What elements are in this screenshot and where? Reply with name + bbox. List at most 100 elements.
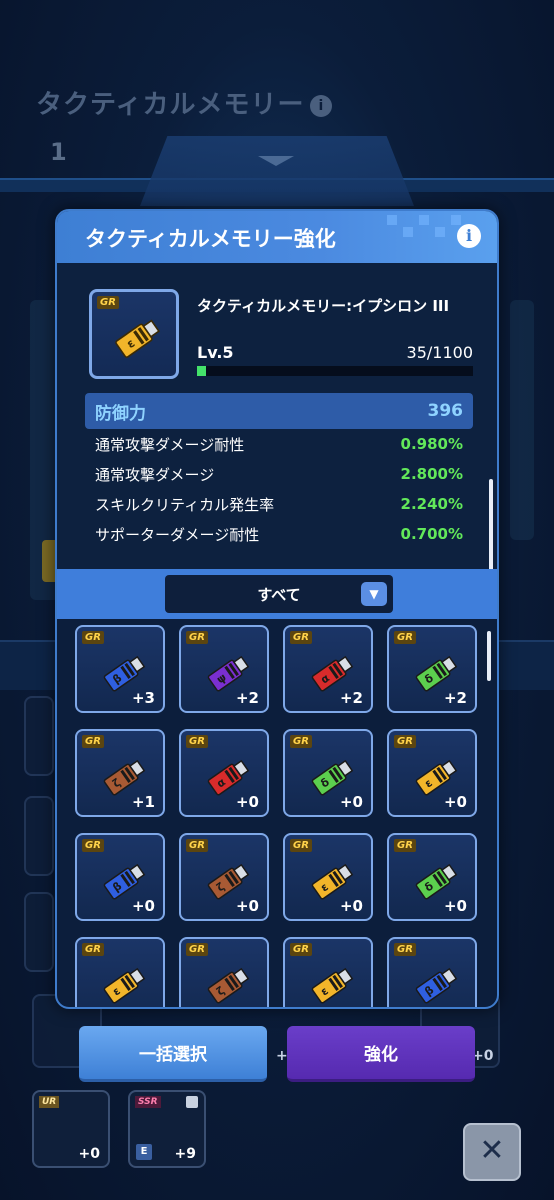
- material-card[interactable]: GR β +0: [75, 833, 165, 921]
- background-card: [24, 796, 54, 876]
- enhance-modal: タクティカルメモリー強化 i GR ε タクティカルメモリー:イプシロン III…: [55, 209, 499, 1009]
- item-level: Lv.5: [197, 343, 234, 362]
- bottom-memory-card[interactable]: UR +0: [32, 1090, 110, 1168]
- rarity-badge: GR: [82, 839, 104, 852]
- enhance-level: +0: [443, 897, 467, 915]
- background-plus: +0: [472, 1048, 494, 1064]
- sub-stat-value: 2.800%: [400, 465, 463, 483]
- usb-memory-icon: ε: [115, 319, 160, 358]
- header-decoration: [387, 215, 397, 225]
- main-stat-row: 防御力 396: [85, 393, 473, 429]
- lock-icon: [186, 1096, 198, 1108]
- enhance-level: +0: [235, 897, 259, 915]
- background-card: [24, 892, 54, 972]
- rarity-badge: GR: [97, 296, 119, 309]
- rarity-badge: GR: [186, 631, 208, 644]
- rarity-badge: GR: [290, 839, 312, 852]
- material-card[interactable]: GR δ +2: [387, 625, 477, 713]
- enhance-level: +1: [131, 793, 155, 811]
- sub-stat-label: 通常攻撃ダメージ耐性: [95, 435, 245, 454]
- material-card[interactable]: GR ε +0: [283, 833, 373, 921]
- close-button[interactable]: ✕: [463, 1123, 521, 1181]
- enhance-level: +0: [131, 897, 155, 915]
- enhance-level: +0: [339, 897, 363, 915]
- item-name: タクティカルメモリー:イプシロン III: [197, 297, 450, 315]
- filter-selected-value: すべて: [257, 585, 301, 604]
- info-icon: i: [310, 94, 333, 117]
- sub-stat-label: スキルクリティカル発生率: [95, 495, 275, 514]
- usb-memory-icon: ζ: [207, 967, 250, 1004]
- rarity-badge: GR: [186, 839, 208, 852]
- enhance-button[interactable]: 強化: [287, 1026, 475, 1082]
- stats-scrollbar[interactable]: [489, 479, 493, 573]
- filter-bar: すべて ▼: [57, 569, 497, 619]
- header-decoration: [451, 215, 461, 225]
- sub-stat-label: 通常攻撃ダメージ: [95, 465, 215, 484]
- rarity-badge: GR: [186, 735, 208, 748]
- rarity-badge: GR: [186, 943, 208, 956]
- enhance-level: +2: [339, 689, 363, 707]
- screen-title: タクティカルメモリー i: [36, 84, 333, 121]
- chevron-down-icon: [258, 156, 294, 166]
- sub-stat-row: スキルクリティカル発生率 2.240%: [85, 489, 473, 519]
- modal-title: タクティカルメモリー強化: [85, 227, 336, 251]
- rarity-badge: GR: [82, 631, 104, 644]
- stats-list: 防御力 396 通常攻撃ダメージ耐性 0.980% 通常攻撃ダメージ 2.800…: [85, 393, 473, 563]
- enhance-level: +0: [339, 793, 363, 811]
- material-card[interactable]: GR δ +0: [283, 729, 373, 817]
- bottom-memory-card[interactable]: SSR E +9: [128, 1090, 206, 1168]
- usb-memory-icon: ε: [103, 967, 146, 1004]
- material-card[interactable]: GR ζ +1: [75, 729, 165, 817]
- background-panel: [510, 300, 534, 540]
- material-card[interactable]: GR δ +0: [387, 833, 477, 921]
- chevron-down-icon[interactable]: ▼: [361, 582, 387, 606]
- material-grid: GR β +3 GR ψ +2 GR α +2 GR δ +2 GR ζ +1 GR α +0 GR δ +0 GR ε +0…: [75, 625, 485, 1007]
- rarity-badge: GR: [82, 735, 104, 748]
- rarity-badge: GR: [394, 631, 416, 644]
- main-stat-label: 防御力: [95, 403, 146, 424]
- rarity-badge: GR: [290, 943, 312, 956]
- sub-stat-value: 0.700%: [400, 525, 463, 543]
- sub-stat-label: サポーターダメージ耐性: [95, 525, 260, 544]
- material-card[interactable]: GR β: [387, 937, 477, 1007]
- selected-memory-icon: GR ε: [89, 289, 179, 379]
- header-decoration: [435, 227, 445, 237]
- usb-memory-icon: ε: [311, 967, 354, 1004]
- enhance-level: +3: [131, 689, 155, 707]
- usb-memory-icon: β: [415, 967, 458, 1004]
- sub-stat-row: サポーターダメージ耐性 0.700%: [85, 519, 473, 549]
- enhance-level: +0: [443, 793, 467, 811]
- material-card[interactable]: GR α +0: [179, 729, 269, 817]
- sub-stat-row: 通常攻撃ダメージ 2.800%: [85, 459, 473, 489]
- material-card[interactable]: GR ζ +0: [179, 833, 269, 921]
- material-scrollbar[interactable]: [487, 631, 491, 681]
- material-card[interactable]: GR α +2: [283, 625, 373, 713]
- filter-dropdown[interactable]: すべて ▼: [165, 575, 393, 613]
- background-card: [24, 696, 54, 776]
- material-card[interactable]: GR ζ: [179, 937, 269, 1007]
- exp-bar-fill: [197, 366, 206, 376]
- material-card[interactable]: GR ε: [283, 937, 373, 1007]
- material-card[interactable]: GR ψ +2: [179, 625, 269, 713]
- rarity-badge: GR: [394, 735, 416, 748]
- material-card[interactable]: GR ε +0: [387, 729, 477, 817]
- rarity-badge: UR: [39, 1096, 60, 1108]
- screen-title-text: タクティカルメモリー: [36, 90, 305, 120]
- rarity-badge: SSR: [135, 1096, 161, 1108]
- sub-stat-value: 2.240%: [400, 495, 463, 513]
- material-card[interactable]: GR β +3: [75, 625, 165, 713]
- main-stat-value: 396: [427, 401, 464, 421]
- select-all-button[interactable]: 一括選択: [79, 1026, 267, 1082]
- enhance-level: +2: [443, 689, 467, 707]
- rarity-badge: GR: [290, 735, 312, 748]
- material-card[interactable]: GR ε: [75, 937, 165, 1007]
- rarity-badge: GR: [394, 943, 416, 956]
- enhance-level: +2: [235, 689, 259, 707]
- info-icon[interactable]: i: [457, 224, 481, 248]
- sub-stat-value: 0.980%: [400, 435, 463, 453]
- header-decoration: [403, 227, 413, 237]
- item-detail-panel: GR ε タクティカルメモリー:イプシロン III Lv.5 35/1100 防…: [57, 263, 497, 573]
- enhance-level: +0: [235, 793, 259, 811]
- rarity-badge: GR: [82, 943, 104, 956]
- equipped-badge: E: [136, 1144, 152, 1160]
